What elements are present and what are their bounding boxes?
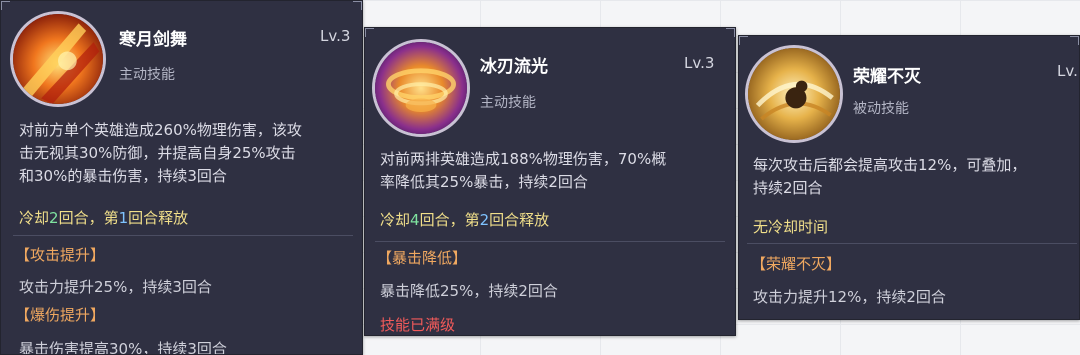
cooldown-number: 4 [410, 211, 420, 229]
description-line: 率降低其25%暴击，持续2回合 [380, 173, 588, 191]
skill-type: 主动技能 [119, 67, 175, 83]
cooldown-mid: 回合，第 [58, 209, 119, 227]
description-line: 对前方单个英雄造成260%物理伤害，该攻 [19, 121, 302, 139]
skill-card-1: 寒月剑舞 Lv.3 主动技能 对前方单个英雄造成260%物理伤害，该攻 击无视其… [0, 0, 363, 355]
buff-title: 【攻击提升】 [15, 246, 106, 264]
buff-title: 【荣耀不灭】 [751, 255, 842, 273]
maxed-status: 技能已满级 [380, 316, 456, 334]
cooldown-info: 冷却2回合，第1回合释放 [19, 207, 188, 228]
cooldown-info: 无冷却时间 [753, 218, 829, 236]
skill-name: 冰刃流光 [480, 57, 548, 77]
buff-title: 【暴击降低】 [377, 249, 468, 267]
divider [13, 235, 353, 236]
cooldown-suffix: 回合释放 [489, 211, 550, 229]
description-line: 每次攻击后都会提高攻击12%，可叠加， [753, 156, 1027, 174]
skill-card-2: 冰刃流光 Lv.3 主动技能 对前两排英雄造成188%物理伤害，70%概 率降低… [364, 27, 736, 336]
description-line: 和30%的暴击伤害，持续3回合 [19, 167, 227, 185]
buff-text: 暴击伤害提高30%，持续3回合 [19, 340, 227, 355]
divider [747, 243, 1077, 244]
cooldown-prefix: 冷却 [19, 209, 50, 227]
release-number: 2 [479, 211, 490, 229]
skill-level: Lv.3 [1057, 62, 1079, 80]
ice-blade-skill-icon [372, 39, 470, 137]
skill-name: 荣耀不灭 [853, 67, 921, 87]
skill-name: 寒月剑舞 [119, 30, 187, 50]
sword-dance-skill-icon [10, 11, 106, 107]
buff-text: 攻击力提升12%，持续2回合 [753, 288, 946, 306]
skill-type: 主动技能 [480, 95, 536, 111]
skill-card-3: 荣耀不灭 Lv.3 被动技能 每次攻击后都会提高攻击12%，可叠加， 持续2回合… [738, 35, 1080, 320]
cooldown-number: 2 [49, 209, 59, 227]
buff-text: 暴击降低25%，持续2回合 [380, 282, 558, 300]
skill-level: Lv.3 [320, 27, 351, 45]
cooldown-info: 冷却4回合，第2回合释放 [380, 209, 549, 230]
cooldown-suffix: 回合释放 [128, 209, 189, 227]
cooldown-prefix: 冷却 [380, 211, 411, 229]
divider [375, 241, 725, 242]
buff-text: 攻击力提升25%，持续3回合 [19, 278, 212, 296]
description-line: 对前两排英雄造成188%物理伤害，70%概 [380, 150, 667, 168]
description-line: 持续2回合 [753, 179, 823, 197]
skill-description: 对前方单个英雄造成260%物理伤害，该攻 击无视其30%防御，并提高自身25%攻… [19, 119, 302, 188]
skill-level: Lv.3 [684, 54, 715, 72]
description-line: 击无视其30%防御，并提高自身25%攻击 [19, 144, 296, 162]
skill-description: 每次攻击后都会提高攻击12%，可叠加， 持续2回合 [753, 154, 1026, 200]
cooldown-mid: 回合，第 [419, 211, 480, 229]
skill-type: 被动技能 [853, 101, 909, 117]
skill-description: 对前两排英雄造成188%物理伤害，70%概 率降低其25%暴击，持续2回合 [380, 148, 666, 194]
buff-title: 【爆伤提升】 [15, 306, 106, 324]
glory-skill-icon [745, 45, 843, 143]
release-number: 1 [118, 209, 129, 227]
